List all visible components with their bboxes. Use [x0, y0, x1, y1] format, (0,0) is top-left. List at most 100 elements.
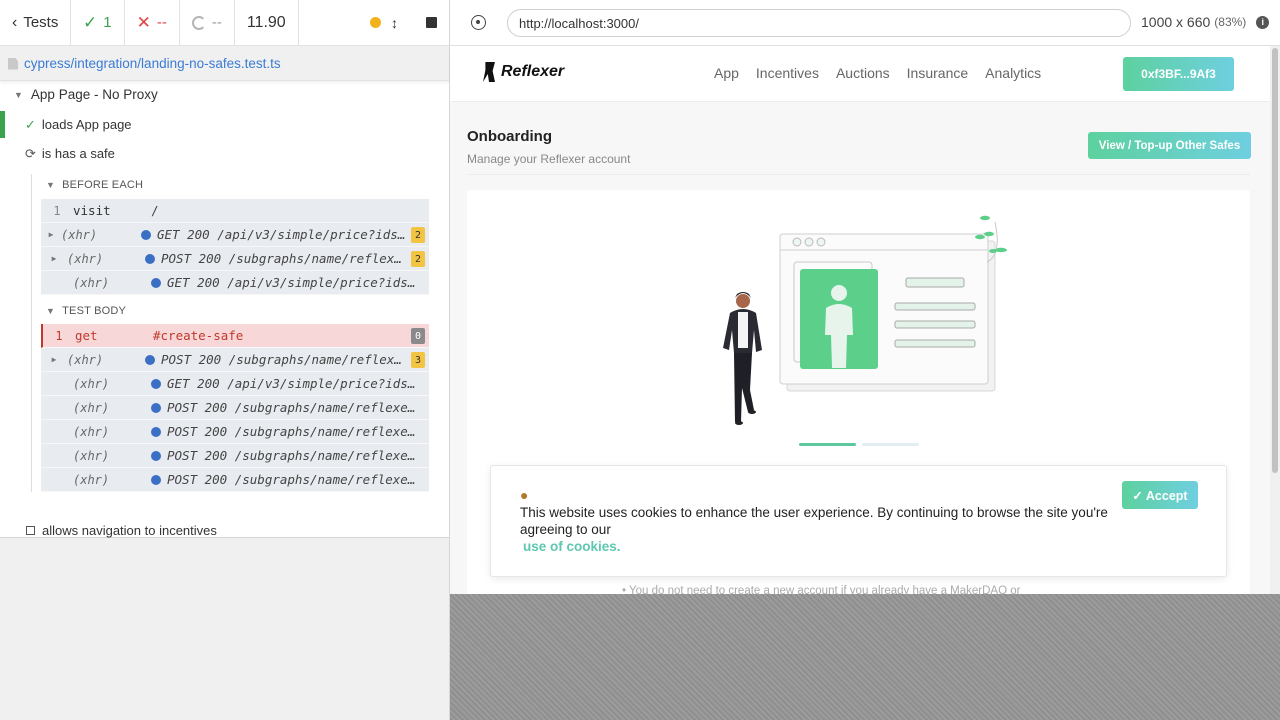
pager-step-active[interactable] [799, 443, 856, 446]
info-icon[interactable]: i [1256, 15, 1270, 29]
command-name: (xhr) [61, 227, 98, 242]
test-item-passed[interactable]: ✓ loads App page [0, 111, 449, 138]
suite-title[interactable]: ▼ App Page - No Proxy [14, 87, 158, 102]
suite-title-text: App Page - No Proxy [30, 87, 158, 102]
step-pager [799, 443, 919, 446]
command-row[interactable]: (xhr) POST 200 /subgraphs/name/reflexer-… [41, 396, 429, 420]
pager-step[interactable] [862, 443, 919, 446]
command-name: visit [73, 203, 111, 218]
cookie-text: This website uses cookies to enhance the… [520, 505, 1108, 537]
onboarding-note-text: You do not need to create a new account … [629, 585, 1021, 594]
command-count-badge: 2 [411, 251, 425, 267]
element-count-badge: 0 [411, 328, 425, 344]
xhr-dot-icon [151, 450, 161, 461]
nesting-guide-line [31, 174, 32, 492]
nav-link-analytics[interactable]: Analytics [985, 65, 1041, 81]
command-number: 1 [53, 203, 61, 218]
reflexer-logo-icon [483, 62, 495, 82]
pending-count: -- [211, 14, 222, 31]
command-row-failed[interactable]: 1 get #create-safe 0 [41, 324, 429, 348]
hook-before-each[interactable]: ▼ BEFORE EACH [46, 179, 143, 191]
command-count-badge: 3 [411, 352, 425, 368]
collapse-triangle-icon: ▼ [14, 89, 23, 100]
command-message: POST 200 /subgraphs/name/reflexer-labs/r… [161, 352, 405, 367]
reporter-panel: ‹ Tests ✓ 1 ✕ -- -- 11.90 ↕ cypress/inte… [0, 0, 450, 720]
command-row[interactable]: (xhr) GET 200 /api/v3/simple/price?ids=e… [41, 271, 429, 295]
check-icon: ✓ [25, 116, 36, 132]
passed-stat: ✓ 1 [71, 0, 125, 45]
cross-icon: ✕ [136, 12, 151, 32]
xhr-dot-icon [151, 378, 161, 389]
cookie-policy-link[interactable]: use of cookies. [523, 539, 621, 554]
cookie-banner: ● This website uses cookies to enhance t… [490, 465, 1227, 577]
hook-test-body[interactable]: ▼ TEST BODY [46, 305, 126, 317]
run-controls: ↕ [299, 0, 449, 45]
test-item-pending[interactable]: allows navigation to incentives [0, 517, 449, 544]
command-row[interactable]: (xhr) POST 200 /subgraphs/name/reflexer-… [41, 420, 429, 444]
aut-header: http://localhost:3000/ 1000 x 660 (83%) … [450, 0, 1280, 46]
wallet-address-button[interactable]: 0xf3BF...9Af3 [1123, 57, 1234, 91]
page-title: Onboarding [467, 128, 552, 145]
reporter-runnables: cypress/integration/landing-no-safes.tes… [0, 47, 449, 538]
command-row[interactable]: ▶ (xhr) POST 200 /subgraphs/name/reflexe… [41, 348, 429, 372]
nav-link-auctions[interactable]: Auctions [836, 65, 890, 81]
chevron-left-icon: ‹ [12, 13, 18, 31]
nav-link-insurance[interactable]: Insurance [907, 65, 968, 81]
command-name: (xhr) [73, 400, 110, 415]
viewport-scale: (83%) [1214, 15, 1247, 29]
expand-triangle-icon: ▶ [48, 230, 54, 239]
command-row[interactable]: ▶ (xhr) POST 200 /subgraphs/name/reflexe… [41, 247, 429, 271]
test-body-commands: 1 get #create-safe 0 ▶ (xhr) POST 200 /s… [41, 324, 429, 492]
command-name: (xhr) [73, 448, 110, 463]
scrollbar-thumb[interactable] [1272, 48, 1278, 473]
failed-stat: ✕ -- [125, 0, 180, 45]
onboarding-note: • You do not need to create a new accoun… [622, 585, 1020, 594]
xhr-dot-icon [151, 426, 161, 437]
spec-file-link[interactable]: cypress/integration/landing-no-safes.tes… [24, 56, 281, 71]
expand-triangle-icon: ▶ [51, 355, 57, 364]
command-message: POST 200 /subgraphs/name/reflexer-labs/r… [167, 472, 419, 487]
command-row[interactable]: 1 visit / [41, 199, 429, 223]
url-text: http://localhost:3000/ [519, 15, 639, 31]
xhr-dot-icon [145, 253, 155, 264]
app-navbar: Reflexer App Incentives Auctions Insuran… [450, 46, 1270, 102]
tests-back-button[interactable]: ‹ Tests [0, 0, 71, 45]
app-under-test-panel: http://localhost:3000/ 1000 x 660 (83%) … [450, 0, 1280, 720]
command-name: (xhr) [73, 275, 110, 290]
app-scrollbar[interactable] [1270, 46, 1280, 594]
nav-link-app[interactable]: App [714, 65, 739, 81]
tests-back-label: Tests [23, 14, 59, 31]
pass-indicator-bar [0, 111, 5, 138]
passed-count: 1 [103, 14, 112, 31]
reflexer-logo[interactable]: Reflexer [483, 62, 564, 82]
pending-square-icon [26, 526, 35, 535]
command-name: (xhr) [67, 352, 104, 367]
spec-bar: cypress/integration/landing-no-safes.tes… [0, 47, 449, 81]
test-item-running[interactable]: ⟳ is has a safe [0, 140, 449, 167]
check-icon: ✓ [83, 12, 98, 32]
expand-triangle-icon: ▶ [51, 254, 57, 263]
test-title: is has a safe [41, 146, 115, 161]
nav-links: App Incentives Auctions Insurance Analyt… [714, 65, 1041, 81]
command-message: GET 200 /api/v3/simple/price?ids=ethereu… [167, 376, 419, 391]
accept-cookies-button[interactable]: ✓ Accept [1122, 481, 1198, 509]
command-row[interactable]: (xhr) GET 200 /api/v3/simple/price?ids=e… [41, 372, 429, 396]
collapse-triangle-icon: ▼ [46, 306, 56, 316]
auto-scroll-toggle-icon[interactable]: ↕ [391, 15, 398, 31]
selector-playground-icon[interactable] [471, 15, 486, 30]
run-duration: 11.90 [235, 0, 299, 45]
stop-button[interactable] [426, 17, 437, 28]
divider [467, 174, 1250, 175]
command-name: (xhr) [73, 376, 110, 391]
command-count-badge: 2 [411, 227, 425, 243]
command-row[interactable]: (xhr) POST 200 /subgraphs/name/reflexer-… [41, 468, 429, 492]
nav-link-incentives[interactable]: Incentives [756, 65, 819, 81]
view-topup-safes-button[interactable]: View / Top-up Other Safes [1088, 132, 1251, 159]
command-name: (xhr) [67, 251, 104, 266]
command-row[interactable]: (xhr) POST 200 /subgraphs/name/reflexer-… [41, 444, 429, 468]
page-subtitle: Manage your Reflexer account [467, 152, 631, 166]
onboarding-illustration [723, 215, 1007, 425]
command-name: (xhr) [73, 472, 110, 487]
test-title: allows navigation to incentives [42, 523, 217, 538]
command-row[interactable]: ▶ (xhr) GET 200 /api/v3/simple/price?ids… [41, 223, 429, 247]
